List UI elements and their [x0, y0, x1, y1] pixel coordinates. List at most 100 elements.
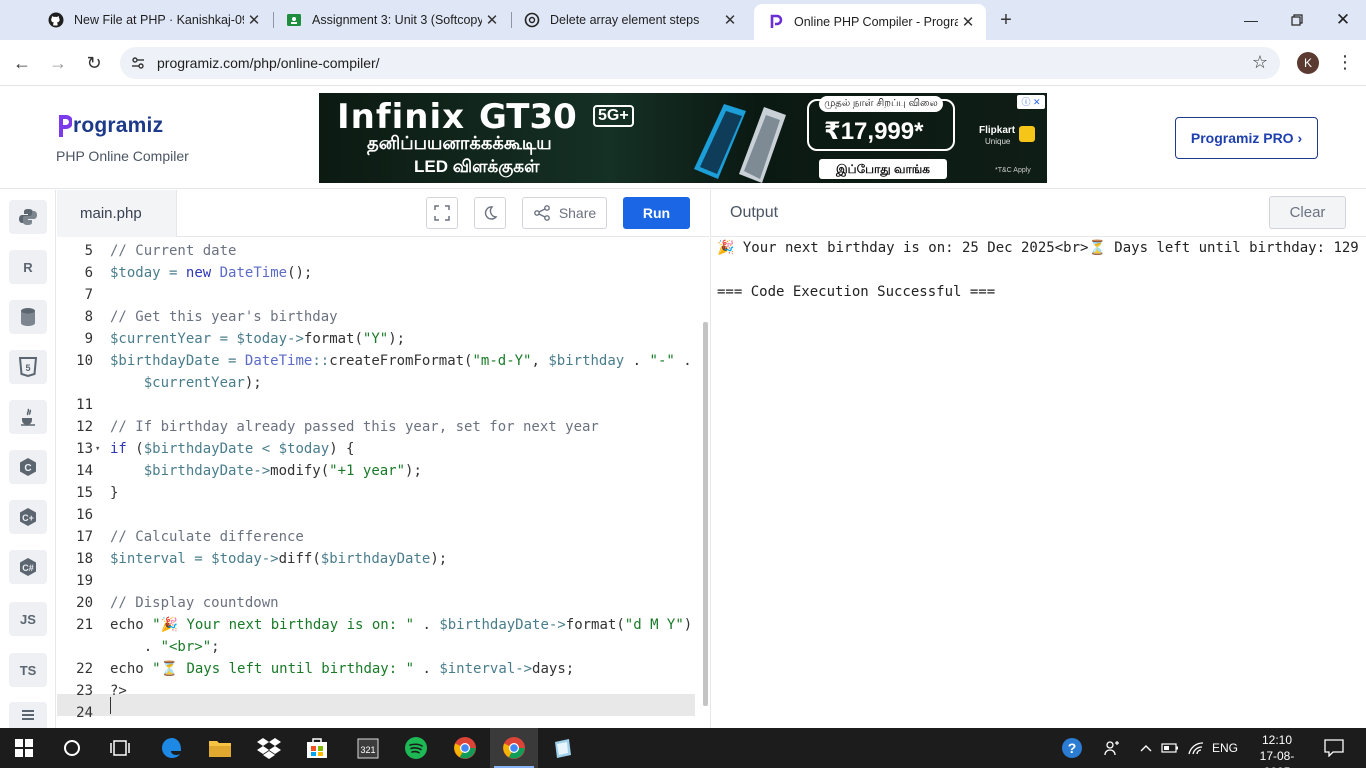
ad-partner: Flipkart [979, 125, 1016, 136]
code-line[interactable]: $interval = $today->diff($birthdayDate); [110, 551, 447, 567]
line-number: 8 [84, 309, 93, 325]
fold-arrow-icon[interactable]: ▾ [95, 444, 100, 454]
reload-icon[interactable]: ↻ [82, 51, 106, 75]
java-icon[interactable] [9, 400, 47, 434]
programiz-pro-button[interactable]: Programiz PRO › [1175, 117, 1318, 159]
code-line[interactable]: $birthdayDate = DateTime::createFromForm… [110, 353, 692, 369]
line-number: 15 [76, 485, 93, 501]
c-icon[interactable]: C [9, 450, 47, 484]
line-number: 20 [76, 595, 93, 611]
editor-scrollbar[interactable] [703, 322, 708, 706]
close-window-icon[interactable]: ✕ [1329, 6, 1357, 34]
edge-icon[interactable] [158, 734, 186, 762]
javascript-icon[interactable]: JS [9, 602, 47, 636]
output-line: 🎉 Your next birthday is on: 25 Dec 2025<… [717, 240, 1359, 256]
code-line[interactable]: $currentYear); [110, 375, 262, 391]
sql-icon[interactable] [9, 300, 47, 334]
code-line[interactable]: echo "🎉 Your next birthday is on: " . $b… [110, 617, 692, 633]
r-icon[interactable]: R [9, 250, 47, 284]
browser-menu-icon[interactable]: ⋮ [1336, 52, 1354, 73]
clear-button[interactable]: Clear [1269, 196, 1346, 229]
spotify-icon[interactable] [402, 734, 430, 762]
code-editor[interactable]: 5 // Current date 6 $today = new DateTime()… [57, 238, 709, 728]
programiz-logo[interactable]: rogramiz [58, 113, 163, 139]
svg-text:5: 5 [25, 363, 30, 373]
site-info-icon[interactable] [130, 55, 146, 71]
close-tab-icon[interactable]: ✕ [244, 10, 264, 30]
address-bar[interactable]: programiz.com/php/online-compiler/ ☆ [120, 47, 1280, 79]
close-tab-icon[interactable]: ✕ [482, 10, 502, 30]
code-line[interactable]: // Current date [110, 243, 236, 259]
profile-avatar[interactable]: K [1297, 52, 1319, 74]
bookmark-star-icon[interactable]: ☆ [1252, 52, 1268, 73]
ad-model: GT30 [479, 97, 577, 137]
notification-icon[interactable] [1320, 734, 1348, 762]
csharp-icon[interactable]: C# [9, 550, 47, 584]
code-line[interactable]: . "<br>"; [110, 639, 220, 655]
search-icon[interactable] [58, 734, 86, 762]
restore-icon[interactable] [1283, 6, 1311, 34]
share-button[interactable]: Share [522, 197, 607, 229]
chevron-up-icon[interactable] [1134, 734, 1158, 762]
site-header: rogramiz PHP Online Compiler Infinix GT3… [0, 87, 1366, 189]
code-line[interactable]: $birthdayDate->modify("+1 year"); [110, 463, 422, 479]
minimize-icon[interactable]: — [1237, 6, 1265, 34]
close-tab-icon[interactable]: ✕ [958, 12, 978, 32]
cpp-icon[interactable]: C+ [9, 500, 47, 534]
fullscreen-icon[interactable] [426, 197, 458, 229]
notepad-icon[interactable] [549, 734, 577, 762]
run-button[interactable]: Run [623, 197, 690, 229]
windows-start-icon[interactable] [10, 734, 38, 762]
back-arrow-icon[interactable]: ← [10, 51, 34, 75]
line-number: 14 [76, 463, 93, 479]
ad-buy-now-button[interactable]: இப்போது வாங்க [819, 159, 947, 179]
taskbar-clock[interactable]: 12:10 17-08-2025 [1253, 732, 1301, 780]
more-languages-icon[interactable] [9, 702, 47, 728]
code-line[interactable]: $currentYear = $today->format("Y"); [110, 331, 405, 347]
file-explorer-icon[interactable] [206, 734, 234, 762]
browser-tab-programiz[interactable]: Online PHP Compiler - Program ✕ [754, 4, 986, 40]
chrome-icon[interactable] [451, 734, 479, 762]
new-tab-button[interactable]: + [994, 8, 1018, 32]
python-icon[interactable] [9, 200, 47, 234]
task-view-icon[interactable] [106, 734, 134, 762]
close-tab-icon[interactable]: ✕ [720, 10, 740, 30]
store-icon[interactable] [303, 734, 331, 762]
ad-info-icon[interactable]: ⓘ ✕ [1017, 95, 1045, 109]
input-language[interactable]: ENG [1212, 728, 1238, 768]
calendar-app-icon[interactable]: 321 [354, 734, 382, 762]
help-icon[interactable]: ? [1058, 734, 1086, 762]
browser-tab-chatgpt[interactable]: Delete array element steps ✕ [510, 4, 748, 36]
html5-icon[interactable]: 5 [9, 350, 47, 384]
line-number: 19 [76, 573, 93, 589]
code-line[interactable]: ?> [110, 683, 127, 699]
code-line[interactable]: echo "⏳ Days left until birthday: " . $i… [110, 661, 574, 677]
advertisement-banner[interactable]: Infinix GT30 5G+ தனிப்பயனாக்கக்கூடிய LED… [319, 93, 1047, 183]
line-number: 18 [76, 551, 93, 567]
typescript-icon[interactable]: TS [9, 653, 47, 687]
output-console[interactable]: 🎉 Your next birthday is on: 25 Dec 2025<… [710, 238, 1366, 728]
wifi-icon[interactable] [1184, 734, 1208, 762]
people-icon[interactable] [1098, 734, 1126, 762]
file-tab-main[interactable]: main.php [57, 190, 177, 237]
code-line[interactable]: // Display countdown [110, 595, 279, 611]
dark-mode-icon[interactable] [474, 197, 506, 229]
line-number: 17 [76, 529, 93, 545]
tab-title: Assignment 3: Unit 3 (Softcopy [312, 13, 482, 27]
line-number: 13 [76, 441, 93, 457]
code-line[interactable]: if ($birthdayDate < $today) { [110, 441, 354, 457]
tab-title: Delete array element steps [550, 13, 700, 27]
forward-arrow-icon[interactable]: → [46, 51, 70, 75]
browser-tab-classroom[interactable]: Assignment 3: Unit 3 (Softcopy ✕ [272, 4, 510, 36]
code-line[interactable]: // Calculate difference [110, 529, 304, 545]
active-line-highlight [57, 694, 695, 716]
chrome-active-icon[interactable] [500, 734, 528, 762]
code-line[interactable]: $today = new DateTime(); [110, 265, 312, 281]
dropbox-icon[interactable] [255, 734, 283, 762]
code-line[interactable]: // Get this year's birthday [110, 309, 338, 325]
code-line[interactable]: } [110, 485, 118, 501]
browser-tab-github[interactable]: New File at PHP · Kanishkaj-09/ ✕ [34, 4, 272, 36]
language-sidebar: R 5 C C+ C# JS TS [0, 190, 56, 728]
code-line[interactable]: // If birthday already passed this year,… [110, 419, 599, 435]
battery-icon[interactable] [1158, 734, 1182, 762]
